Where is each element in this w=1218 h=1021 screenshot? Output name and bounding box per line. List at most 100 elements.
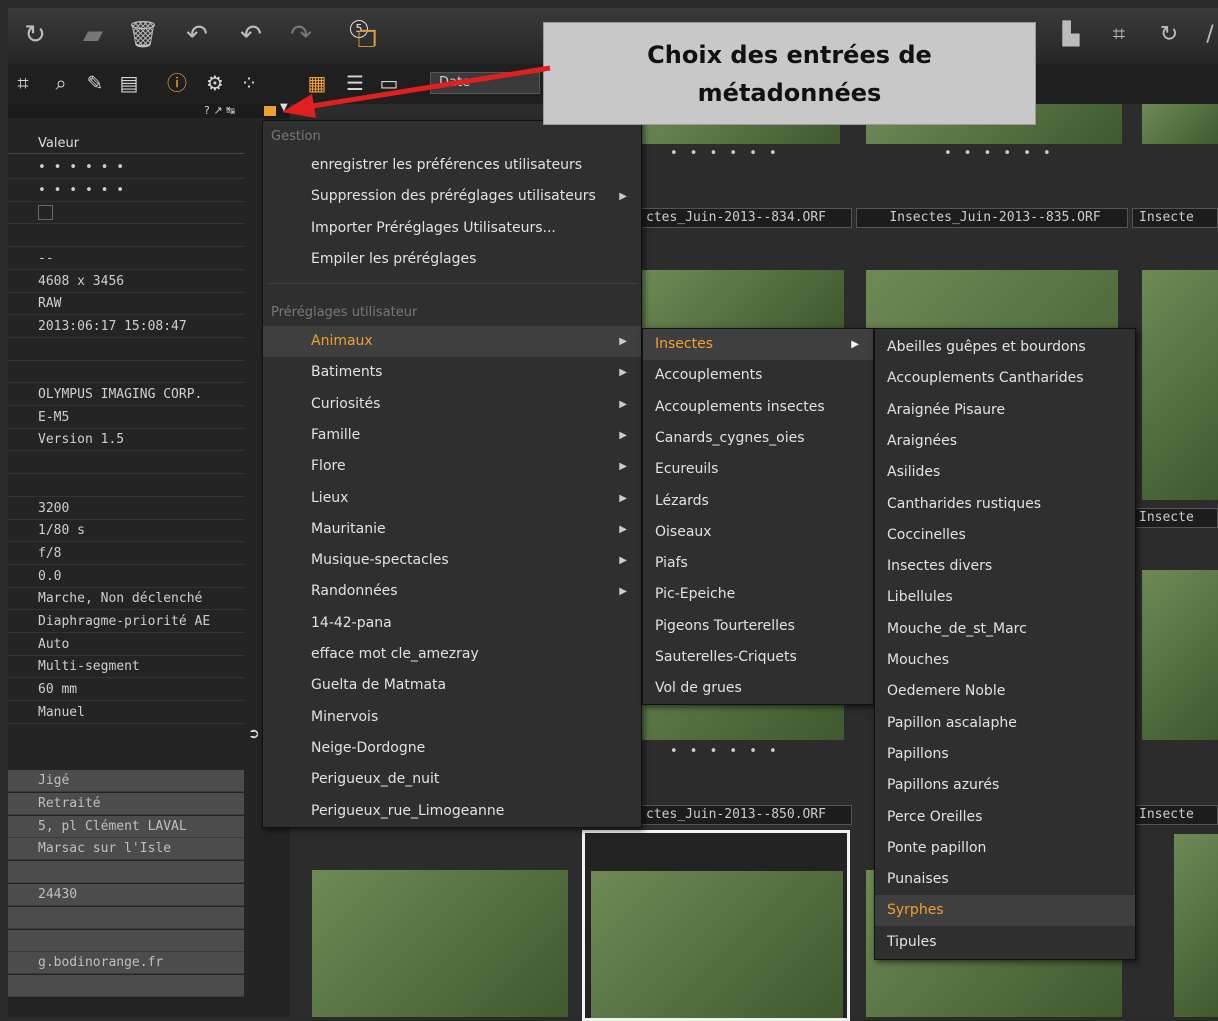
crop-icon[interactable]: ⌗ <box>10 70 36 96</box>
gear-icon[interactable]: ⚙ <box>202 70 228 96</box>
insectes-item[interactable]: Papillon ascalaphe <box>875 708 1135 739</box>
insectes-item[interactable]: Syrphes <box>875 895 1135 927</box>
nodes-icon[interactable]: ⁘ <box>236 70 262 96</box>
thumbnail[interactable] <box>1174 834 1218 1017</box>
redo-icon[interactable]: ↷ <box>284 20 318 50</box>
brush-icon[interactable]: ✎ <box>82 70 108 96</box>
insectes-item[interactable]: Tipules <box>875 927 1135 958</box>
menu-item[interactable]: Empiler les préréglages <box>263 244 641 275</box>
insectes-item[interactable]: Cantharides rustiques <box>875 489 1135 520</box>
animaux-item[interactable]: Pic-Epeiche <box>643 579 873 610</box>
metadata-panel-header <box>8 104 290 118</box>
preset-item[interactable]: Animaux ▶ <box>263 326 641 357</box>
insectes-item[interactable]: Punaises <box>875 864 1135 895</box>
insectes-item[interactable]: Abeilles guêpes et bourdons <box>875 332 1135 363</box>
iptc-field[interactable] <box>8 975 244 998</box>
animaux-item[interactable]: Lézards <box>643 486 873 517</box>
panel-mini-tools[interactable]: ? ↗ ↹ <box>204 104 235 118</box>
insectes-item[interactable]: Perce Oreilles <box>875 802 1135 833</box>
rotate-tool-icon[interactable]: ↻ <box>1152 20 1186 50</box>
metadata-value-row: 60 mm <box>8 679 244 702</box>
animaux-item[interactable]: Sauterelles-Criquets <box>643 642 873 673</box>
preset-item[interactable]: Randonnées ▶ <box>263 576 641 607</box>
insectes-item[interactable]: Libellules <box>875 582 1135 613</box>
insectes-item[interactable]: Coccinelles <box>875 520 1135 551</box>
preset-item[interactable]: Famille ▶ <box>263 420 641 451</box>
animaux-item[interactable]: Ecureuils <box>643 454 873 485</box>
list-icon[interactable]: ▤ <box>116 70 142 96</box>
preset-item[interactable]: Guelta de Matmata <box>263 670 641 701</box>
animaux-item[interactable]: Insectes ▶ <box>643 329 873 360</box>
thumbnail[interactable] <box>591 871 843 1018</box>
animaux-item[interactable]: Piafs <box>643 548 873 579</box>
thumbnail[interactable] <box>640 270 844 328</box>
metadata-value-row: 0.0 <box>8 566 244 588</box>
animaux-item[interactable]: Vol de grues <box>643 673 873 704</box>
preset-item[interactable]: Lieux ▶ <box>263 483 641 514</box>
insectes-item[interactable]: Papillons azurés <box>875 770 1135 801</box>
animaux-item[interactable]: Pigeons Tourterelles <box>643 611 873 642</box>
rating-dots[interactable]: • • • • • • <box>670 744 781 759</box>
menu-item[interactable]: Suppression des préréglages utilisateurs… <box>263 181 641 212</box>
insectes-item[interactable]: Oedemere Noble <box>875 676 1135 707</box>
metadata-preset-menu: Gestion enregistrer les préférences util… <box>262 120 642 828</box>
undo-icon[interactable]: ↶ <box>234 20 268 50</box>
rating-dots[interactable]: • • • • • • <box>944 146 1055 161</box>
straighten-icon[interactable]: / <box>1200 20 1218 50</box>
insectes-item[interactable]: Mouche_de_st_Marc <box>875 614 1135 645</box>
insectes-item[interactable]: Papillons <box>875 739 1135 770</box>
preset-item[interactable]: Mauritanie ▶ <box>263 514 641 545</box>
preset-item[interactable]: Musique-spectacles ▶ <box>263 545 641 576</box>
iptc-field[interactable]: Jigé <box>8 770 244 792</box>
menu-item[interactable]: enregistrer les préférences utilisateurs <box>263 150 641 181</box>
search-icon[interactable]: ⌕ <box>48 70 74 96</box>
folder-icon[interactable]: ▰ <box>76 20 110 50</box>
iptc-field[interactable] <box>8 929 244 952</box>
insectes-item[interactable]: Insectes divers <box>875 551 1135 582</box>
arrow-right-circle-icon[interactable]: ➲ <box>248 726 260 742</box>
thumbnail[interactable] <box>312 870 568 1017</box>
rotate-icon[interactable]: ↻ <box>18 20 52 50</box>
iptc-field[interactable] <box>8 906 244 929</box>
metadata-value-row: Multi-segment <box>8 656 244 679</box>
print-icon[interactable]: ▙ <box>1054 20 1088 50</box>
undo-all-icon[interactable]: ↶ <box>180 20 214 50</box>
preset-item[interactable]: 14-42-pana <box>263 608 641 639</box>
animaux-item[interactable]: Accouplements <box>643 360 873 391</box>
thumbnail[interactable] <box>1142 104 1218 144</box>
iptc-field[interactable]: 5, pl Clément LAVAL <box>8 815 244 838</box>
iptc-field[interactable]: Marsac sur l'Isle <box>8 838 244 861</box>
preset-item[interactable]: Batiments ▶ <box>263 357 641 388</box>
preset-item[interactable]: efface mot cle_amezray <box>263 639 641 670</box>
stack-icon[interactable]: ❐ <box>350 26 384 56</box>
insectes-item[interactable]: Araignée Pisaure <box>875 395 1135 426</box>
preset-item[interactable]: Curiosités ▶ <box>263 389 641 420</box>
rating-dots[interactable]: • • • • • • <box>670 146 781 161</box>
iptc-field[interactable]: 24430 <box>8 884 244 906</box>
menu-item[interactable]: Importer Préréglages Utilisateurs... <box>263 213 641 244</box>
preset-item[interactable]: Perigueux_de_nuit <box>263 764 641 795</box>
iptc-field[interactable]: Retraité <box>8 792 244 815</box>
preset-item[interactable]: Neige-Dordogne <box>263 733 641 764</box>
preset-item[interactable]: Perigueux_rue_Limogeanne <box>263 796 641 827</box>
callout-line-1: Choix des entrées de <box>647 41 932 69</box>
thumbnail[interactable] <box>1142 570 1218 740</box>
info-icon[interactable]: ⓘ <box>164 70 190 96</box>
thumbnail[interactable] <box>1142 270 1218 500</box>
animaux-item[interactable]: Canards_cygnes_oies <box>643 423 873 454</box>
trash-icon[interactable]: 🗑 <box>126 20 160 50</box>
animaux-item[interactable]: Accouplements insectes <box>643 392 873 423</box>
iptc-field[interactable]: g.bodinorange.fr <box>8 952 244 975</box>
insectes-item[interactable]: Asilides <box>875 457 1135 488</box>
checkbox[interactable] <box>38 205 53 221</box>
insectes-item[interactable]: Araignées <box>875 426 1135 457</box>
iptc-field[interactable] <box>8 861 244 884</box>
crop-tool-icon[interactable]: ⌗ <box>1102 20 1136 50</box>
insectes-item[interactable]: Accouplements Cantharides <box>875 363 1135 394</box>
selected-thumbnail-frame[interactable] <box>582 830 850 1021</box>
animaux-item[interactable]: Oiseaux <box>643 517 873 548</box>
preset-item[interactable]: Minervois <box>263 702 641 733</box>
insectes-item[interactable]: Mouches <box>875 645 1135 676</box>
preset-item[interactable]: Flore ▶ <box>263 451 641 482</box>
insectes-item[interactable]: Ponte papillon <box>875 833 1135 864</box>
